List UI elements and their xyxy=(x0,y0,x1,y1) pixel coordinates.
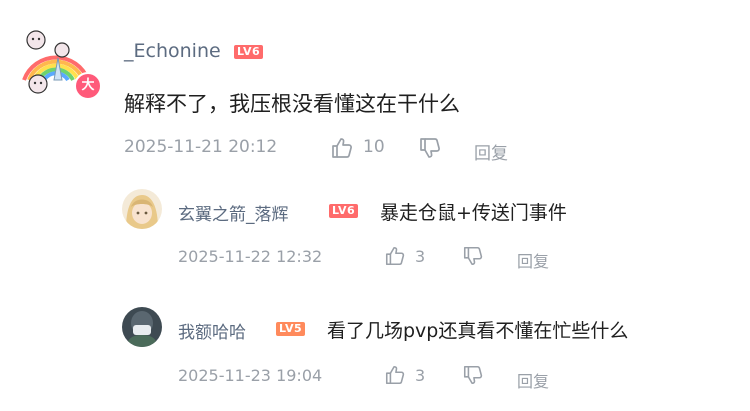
reply-button[interactable]: 回复 xyxy=(517,368,549,392)
thumbs-up-icon[interactable] xyxy=(384,364,406,386)
masked-person-avatar-art xyxy=(122,307,162,347)
comment-username[interactable]: _Echonine xyxy=(124,40,221,62)
reply-avatar[interactable] xyxy=(122,307,162,347)
reply-button[interactable]: 回复 xyxy=(517,248,549,272)
thumbs-down-icon[interactable] xyxy=(462,245,484,267)
level-badge: LV5 xyxy=(276,322,306,336)
like-count: 3 xyxy=(415,366,426,385)
reply-avatar[interactable] xyxy=(122,189,162,229)
thumbs-down-icon[interactable] xyxy=(462,364,484,386)
thumbs-up-icon[interactable] xyxy=(330,136,354,160)
reply-text: 暴走仓鼠+传送门事件 xyxy=(380,202,567,224)
reply-username[interactable]: 玄翼之箭_落辉 xyxy=(178,200,289,225)
level-badge: LV6 xyxy=(329,204,359,218)
reply-button[interactable]: 回复 xyxy=(474,139,508,164)
reply-timestamp: 2025-11-22 12:32 xyxy=(178,247,323,266)
like-count: 3 xyxy=(415,247,426,266)
anime-avatar-art xyxy=(122,189,162,229)
thumbs-down-icon[interactable] xyxy=(418,136,442,160)
comment-text: 解释不了，我压根没看懂这在干什么 xyxy=(124,92,460,116)
thumbs-up-icon[interactable] xyxy=(384,245,406,267)
reply-text: 看了几场pvp还真看不懂在忙些什么 xyxy=(327,320,629,342)
like-count: 10 xyxy=(363,137,385,157)
reply-username[interactable]: 我额哈哈 xyxy=(178,318,246,343)
comment-timestamp: 2025-11-21 20:12 xyxy=(124,137,278,157)
reply-timestamp: 2025-11-23 19:04 xyxy=(178,366,323,385)
level-badge: LV6 xyxy=(234,45,264,59)
avatar-badge: 大 xyxy=(74,72,102,100)
